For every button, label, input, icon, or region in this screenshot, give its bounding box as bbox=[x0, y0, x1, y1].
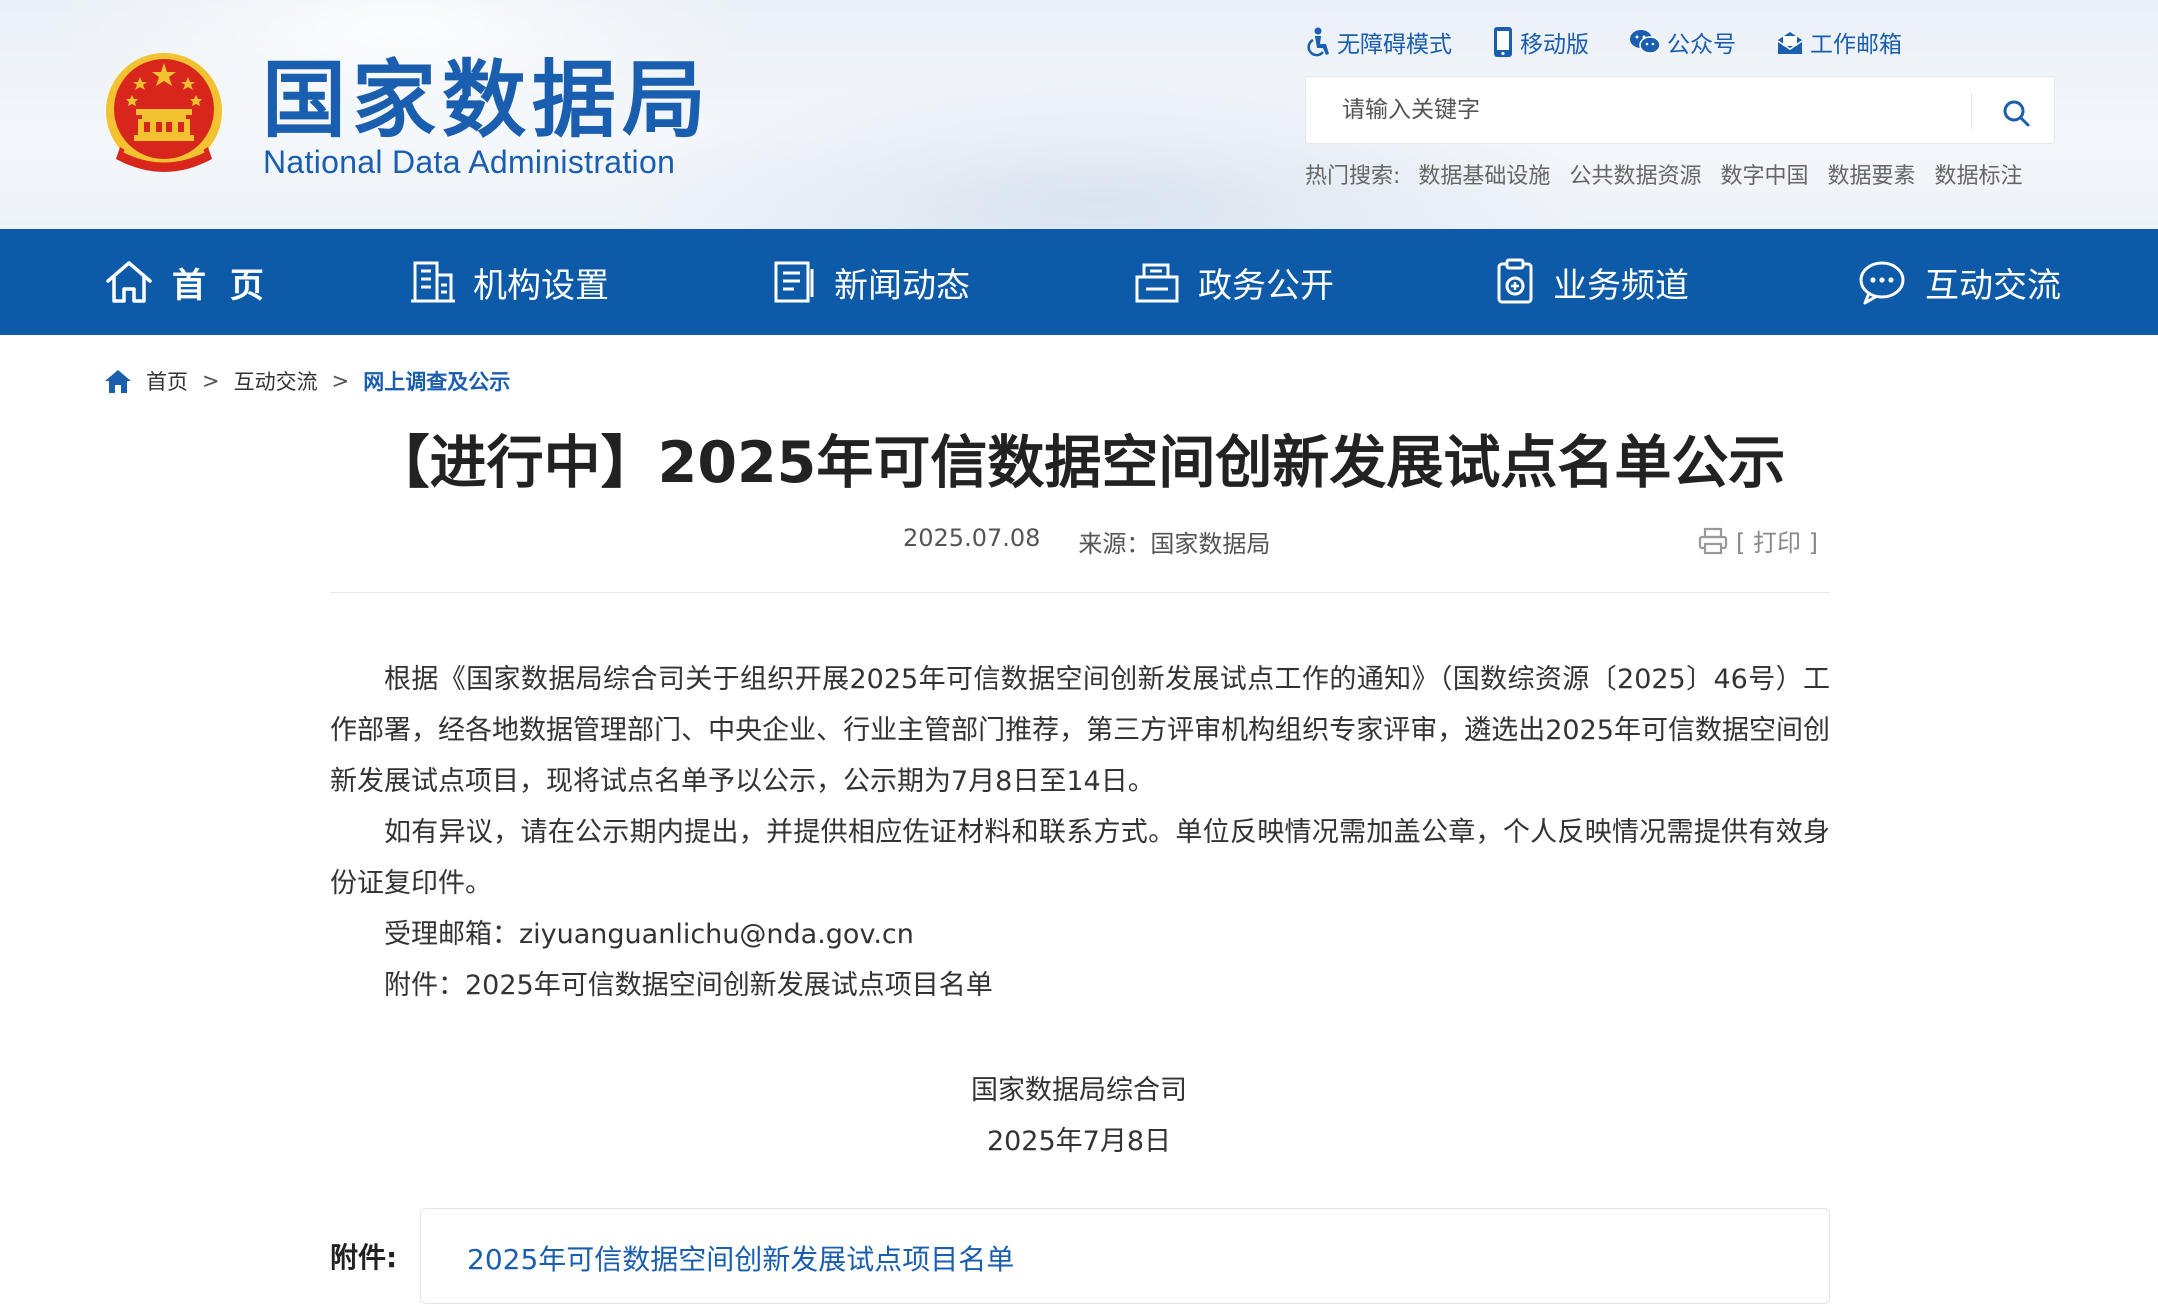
article-title: 【进行中】2025年可信数据空间创新发展试点名单公示 bbox=[372, 430, 1786, 496]
article-signature: 国家数据局综合司 2025年7月8日 bbox=[0, 1065, 2158, 1167]
hot-search-item[interactable]: 数据要素 bbox=[1827, 158, 1915, 190]
accessibility-icon bbox=[1307, 27, 1329, 57]
nav-label: 机构设置 bbox=[473, 265, 609, 306]
breadcrumb-current[interactable]: 网上调查及公示 bbox=[363, 366, 510, 396]
toplink-label: 无障碍模式 bbox=[1337, 32, 1452, 58]
search-divider bbox=[1971, 93, 1972, 129]
toplink-label: 公众号 bbox=[1667, 32, 1736, 58]
main-nav: 首 页 机构设置 新闻动态 政务公开 业务频道 互动交流 bbox=[0, 229, 2158, 335]
home-icon[interactable] bbox=[104, 368, 132, 394]
attachment-box: 2025年可信数据空间创新发展试点项目名单 bbox=[420, 1208, 1830, 1304]
wechat-account-link[interactable]: 公众号 bbox=[1629, 22, 1736, 62]
hot-search-item[interactable]: 数据标注 bbox=[1934, 158, 2022, 190]
article-paragraph: 如有异议，请在公示期内提出，并提供相应佐证材料和联系方式。单位反映情况需加盖公章… bbox=[330, 817, 1830, 899]
nav-item-interaction[interactable]: 互动交流 bbox=[1857, 229, 2061, 335]
printer-icon bbox=[1698, 527, 1728, 554]
search-button[interactable] bbox=[1996, 93, 2036, 133]
search-box bbox=[1305, 76, 2055, 144]
mobile-icon bbox=[1494, 27, 1512, 57]
home-icon bbox=[106, 261, 152, 303]
print-button[interactable]: [ 打印 ] bbox=[1698, 523, 1818, 558]
search-icon bbox=[2003, 100, 2030, 127]
nav-label: 新闻动态 bbox=[834, 265, 970, 306]
news-icon bbox=[774, 261, 814, 303]
nav-item-business-channel[interactable]: 业务频道 bbox=[1495, 229, 1689, 335]
accessibility-mode-link[interactable]: 无障碍模式 bbox=[1305, 22, 1452, 62]
hot-search-item[interactable]: 公共数据资源 bbox=[1569, 158, 1701, 190]
article-date: 2025.07.08 bbox=[903, 524, 1041, 552]
breadcrumb-separator: > bbox=[202, 369, 220, 393]
site-subtitle: National Data Administration bbox=[263, 144, 676, 180]
title-divider bbox=[330, 592, 1830, 593]
attachment-link[interactable]: 2025年可信数据空间创新发展试点项目名单 bbox=[467, 1238, 1014, 1278]
article-paragraph: 附件：2025年可信数据空间创新发展试点项目名单 bbox=[384, 970, 993, 1001]
signature-date: 2025年7月8日 bbox=[986, 1126, 1172, 1157]
nav-label: 业务频道 bbox=[1553, 265, 1689, 306]
article-source: 来源：国家数据局 bbox=[1078, 530, 1271, 558]
print-label: [ 打印 ] bbox=[1736, 529, 1818, 557]
signature-org: 国家数据局综合司 bbox=[971, 1075, 1187, 1106]
chat-icon bbox=[1859, 261, 1905, 305]
mobile-version-link[interactable]: 移动版 bbox=[1492, 22, 1589, 62]
toplink-label: 工作邮箱 bbox=[1810, 32, 1902, 58]
header: 国家数据局 National Data Administration 无障碍模式… bbox=[0, 0, 2158, 229]
toplink-label: 移动版 bbox=[1520, 32, 1589, 58]
breadcrumb-separator: > bbox=[331, 369, 350, 393]
hot-search-item[interactable]: 数字中国 bbox=[1720, 158, 1808, 190]
nav-label: 首 页 bbox=[172, 265, 270, 306]
clipboard-icon bbox=[1497, 258, 1533, 304]
nav-item-organization[interactable]: 机构设置 bbox=[411, 229, 609, 335]
nav-item-news[interactable]: 新闻动态 bbox=[772, 229, 970, 335]
nav-item-home[interactable]: 首 页 bbox=[104, 229, 270, 335]
top-links: 无障碍模式 移动版 公众号 工作邮箱 bbox=[1305, 22, 1942, 62]
nav-item-government-affairs[interactable]: 政务公开 bbox=[1134, 229, 1334, 335]
breadcrumb: 首页 > 互动交流 > 网上调查及公示 bbox=[104, 366, 510, 396]
building-icon bbox=[411, 261, 455, 303]
mail-icon bbox=[1777, 32, 1803, 54]
hot-search-label: 热门搜索: bbox=[1305, 164, 1401, 189]
breadcrumb-interaction[interactable]: 互动交流 bbox=[234, 366, 318, 396]
article-paragraph: 根据《国家数据局综合司关于组织开展2025年可信数据空间创新发展试点工作的通知》… bbox=[330, 664, 1830, 797]
article-paragraph: 受理邮箱：ziyuanguanlichu@nda.gov.cn bbox=[384, 919, 914, 950]
attachment-label: 附件: bbox=[330, 1241, 398, 1274]
hot-search-item[interactable]: 数据基础设施 bbox=[1418, 158, 1550, 190]
wechat-icon bbox=[1630, 30, 1661, 54]
document-icon bbox=[1135, 263, 1179, 303]
article-meta: 2025.07.08 来源：国家数据局 bbox=[903, 524, 1270, 559]
national-emblem-logo[interactable] bbox=[100, 47, 228, 181]
breadcrumb-home[interactable]: 首页 bbox=[146, 366, 188, 396]
site-title[interactable]: 国家数据局 bbox=[262, 50, 712, 150]
nav-label: 政务公开 bbox=[1198, 265, 1334, 306]
article-body: 根据《国家数据局综合司关于组织开展2025年可信数据空间创新发展试点工作的通知》… bbox=[330, 654, 1830, 1011]
work-email-link[interactable]: 工作邮箱 bbox=[1776, 22, 1902, 62]
search-input[interactable] bbox=[1308, 79, 1958, 141]
hot-search: 热门搜索: 数据基础设施 公共数据资源 数字中国 数据要素 数据标注 bbox=[1305, 158, 2042, 190]
nav-label: 互动交流 bbox=[1925, 265, 2061, 306]
